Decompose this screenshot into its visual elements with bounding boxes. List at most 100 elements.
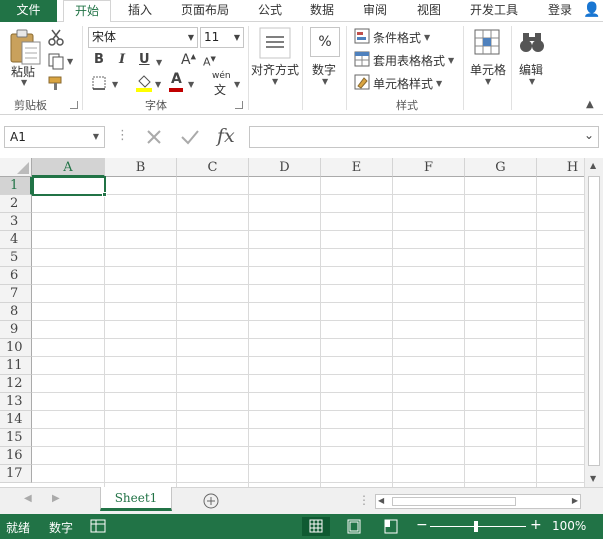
- tab-file[interactable]: 文件: [0, 0, 57, 22]
- row-header-11[interactable]: 11: [0, 357, 32, 375]
- find-binoculars-icon[interactable]: [518, 28, 546, 56]
- row-header-12[interactable]: 12: [0, 375, 32, 393]
- italic-button[interactable]: I: [119, 52, 125, 67]
- bold-button[interactable]: B: [94, 52, 104, 67]
- scroll-left-icon[interactable]: ◀: [378, 496, 384, 505]
- scroll-down-icon[interactable]: ▼: [590, 474, 596, 483]
- cells-dropdown-icon[interactable]: ▼: [485, 77, 491, 86]
- next-sheet-icon[interactable]: ▶: [52, 493, 60, 504]
- tab-formulas[interactable]: 公式: [250, 0, 290, 22]
- page-layout-view-button[interactable]: [340, 517, 368, 536]
- alignment-icon[interactable]: [259, 27, 291, 59]
- row-header-13[interactable]: 13: [0, 393, 32, 411]
- underline-button[interactable]: U: [139, 52, 150, 67]
- row-header-8[interactable]: 8: [0, 303, 32, 321]
- phonetic-dropdown-icon[interactable]: ▼: [234, 80, 240, 89]
- account-icon[interactable]: 👤: [582, 0, 602, 22]
- row-header-9[interactable]: 9: [0, 321, 32, 339]
- column-header-g[interactable]: G: [465, 158, 537, 177]
- row-header-3[interactable]: 3: [0, 213, 32, 231]
- scroll-right-icon[interactable]: ▶: [572, 496, 578, 505]
- vertical-scroll-thumb[interactable]: [588, 176, 600, 466]
- horizontal-scroll-thumb[interactable]: [392, 497, 516, 506]
- row-header-16[interactable]: 16: [0, 447, 32, 465]
- formula-input[interactable]: ⌄: [249, 126, 599, 148]
- page-break-view-button[interactable]: [377, 517, 405, 536]
- underline-dropdown-icon[interactable]: ▼: [156, 58, 162, 67]
- worksheet-grid[interactable]: A B C D E F G H 1 2 3 4 5 6 7 8 9 10 11 …: [0, 158, 584, 487]
- tab-home[interactable]: 开始: [63, 0, 111, 23]
- select-all-corner[interactable]: [0, 158, 32, 177]
- conditional-format-icon[interactable]: [354, 28, 370, 44]
- row-header-5[interactable]: 5: [0, 249, 32, 267]
- new-sheet-icon[interactable]: [203, 493, 219, 509]
- horizontal-scrollbar[interactable]: ◀ ▶: [375, 494, 581, 509]
- border-dropdown-icon[interactable]: ▼: [112, 80, 118, 89]
- row-header-6[interactable]: 6: [0, 267, 32, 285]
- scroll-up-icon[interactable]: ▲: [590, 161, 596, 170]
- font-color-icon[interactable]: A: [171, 71, 182, 87]
- decrease-font-size-icon[interactable]: A▼: [203, 55, 216, 69]
- cell-styles-icon[interactable]: [354, 74, 370, 90]
- number-button[interactable]: 数字: [312, 61, 336, 78]
- format-as-table-dropdown-icon[interactable]: ▼: [448, 56, 454, 65]
- column-header-f[interactable]: F: [393, 158, 465, 177]
- zoom-out-icon[interactable]: −: [416, 517, 428, 533]
- fill-color-dropdown-icon[interactable]: ▼: [155, 80, 161, 89]
- zoom-in-icon[interactable]: +: [530, 517, 542, 533]
- font-size-combobox[interactable]: 11 ▼: [200, 27, 244, 48]
- normal-view-button[interactable]: [302, 517, 330, 536]
- name-box-dropdown-icon[interactable]: ▼: [93, 127, 99, 147]
- fill-color-icon[interactable]: [135, 73, 153, 93]
- column-header-a[interactable]: A: [32, 158, 105, 177]
- macro-record-icon[interactable]: [90, 519, 106, 533]
- collapse-ribbon-icon[interactable]: ▲: [586, 99, 594, 110]
- cells-button[interactable]: 单元格: [470, 61, 506, 78]
- cells-icon[interactable]: [473, 28, 501, 56]
- zoom-slider-track[interactable]: [430, 526, 526, 527]
- tab-view[interactable]: 视图: [409, 0, 449, 22]
- copy-dropdown-icon[interactable]: ▼: [67, 57, 73, 66]
- phonetic-guide-icon[interactable]: wén: [212, 71, 231, 81]
- tab-developer[interactable]: 开发工具: [462, 0, 526, 22]
- tab-page-layout[interactable]: 页面布局: [170, 0, 240, 22]
- zoom-level[interactable]: 100%: [552, 519, 586, 533]
- row-header-14[interactable]: 14: [0, 411, 32, 429]
- enter-icon[interactable]: [180, 128, 200, 146]
- paste-icon[interactable]: [8, 28, 42, 66]
- column-header-h[interactable]: H: [537, 158, 584, 177]
- copy-icon[interactable]: [47, 52, 65, 70]
- border-icon[interactable]: [91, 75, 107, 91]
- sign-in-link[interactable]: 登录: [540, 0, 580, 22]
- row-header-17[interactable]: 17: [0, 465, 32, 483]
- conditional-format-button[interactable]: 条件格式: [373, 29, 421, 46]
- editing-button[interactable]: 编辑: [519, 61, 543, 78]
- column-header-d[interactable]: D: [249, 158, 321, 177]
- column-header-c[interactable]: C: [177, 158, 249, 177]
- tab-review[interactable]: 审阅: [355, 0, 395, 22]
- font-name-combobox[interactable]: 宋体 ▼: [88, 27, 198, 48]
- row-header-1[interactable]: 1: [0, 177, 32, 195]
- tab-data[interactable]: 数据: [302, 0, 342, 22]
- row-header-2[interactable]: 2: [0, 195, 32, 213]
- prev-sheet-icon[interactable]: ◀: [24, 493, 32, 504]
- cut-icon[interactable]: [47, 28, 65, 46]
- font-color-dropdown-icon[interactable]: ▼: [188, 80, 194, 89]
- name-box[interactable]: A1 ▼: [4, 126, 105, 148]
- font-name-dropdown-icon[interactable]: ▼: [188, 28, 194, 47]
- tab-insert[interactable]: 插入: [117, 0, 163, 22]
- alignment-dropdown-icon[interactable]: ▼: [272, 77, 278, 86]
- paste-dropdown-icon[interactable]: ▼: [21, 78, 27, 87]
- row-header-10[interactable]: 10: [0, 339, 32, 357]
- conditional-format-dropdown-icon[interactable]: ▼: [424, 33, 430, 42]
- format-as-table-icon[interactable]: [354, 51, 370, 67]
- number-format-icon[interactable]: %: [310, 27, 340, 57]
- cancel-icon[interactable]: [145, 128, 163, 146]
- insert-function-icon[interactable]: fx: [217, 125, 235, 147]
- vertical-scrollbar[interactable]: ▲ ▼: [584, 158, 603, 487]
- row-header-4[interactable]: 4: [0, 231, 32, 249]
- font-size-dropdown-icon[interactable]: ▼: [234, 28, 240, 47]
- tab-split-handle-icon[interactable]: ⋮: [358, 493, 370, 507]
- font-launcher-icon[interactable]: [235, 101, 243, 109]
- increase-font-size-icon[interactable]: A▲: [181, 52, 196, 68]
